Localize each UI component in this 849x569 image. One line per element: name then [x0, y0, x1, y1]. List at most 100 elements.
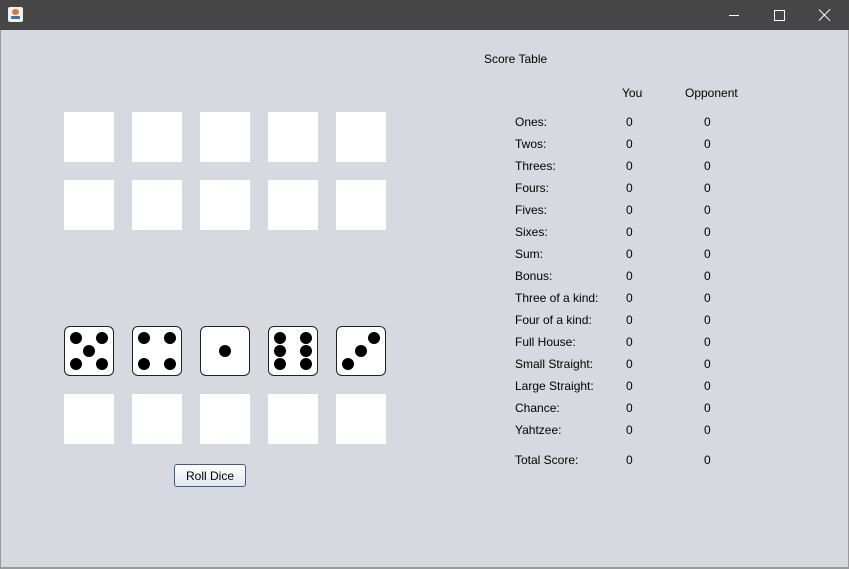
total-score-you: 0: [626, 453, 633, 467]
you-score: 0: [626, 379, 633, 393]
you-score: 0: [626, 291, 633, 305]
pip: [368, 332, 380, 344]
pip: [355, 345, 367, 357]
you-score: 0: [626, 401, 633, 415]
opponent-die-slot: [336, 112, 386, 162]
opponent-kept-slot: [268, 180, 318, 230]
close-button[interactable]: [802, 0, 848, 30]
category-label: Yahtzee:: [515, 423, 562, 437]
pip: [138, 332, 150, 344]
pip: [274, 345, 286, 357]
die-4[interactable]: [132, 326, 182, 376]
opponent-kept-slot: [64, 180, 114, 230]
kept-die-slot[interactable]: [132, 394, 182, 444]
you-score: 0: [626, 269, 633, 283]
you-score: 0: [626, 225, 633, 239]
category-label: Four of a kind:: [515, 313, 592, 327]
you-score: 0: [626, 115, 633, 129]
total-score-label: Total Score:: [515, 453, 579, 467]
pip: [300, 332, 312, 344]
pip: [164, 358, 176, 370]
you-score: 0: [626, 357, 633, 371]
minimize-icon: [729, 14, 739, 16]
category-label: Small Straight:: [515, 357, 594, 371]
opponent-die-slot: [64, 112, 114, 162]
pip: [219, 345, 231, 357]
pip: [342, 358, 354, 370]
pip: [300, 345, 312, 357]
category-label: Twos:: [515, 137, 547, 151]
category-label: Threes:: [515, 159, 556, 173]
kept-die-slot[interactable]: [268, 394, 318, 444]
opponent-score: 0: [704, 115, 711, 129]
pip: [83, 345, 95, 357]
die-3[interactable]: [336, 326, 386, 376]
opponent-kept-slot: [336, 180, 386, 230]
maximize-icon: [773, 9, 785, 21]
opponent-die-slot: [132, 112, 182, 162]
pip: [70, 358, 82, 370]
pip: [138, 358, 150, 370]
pip: [274, 332, 286, 344]
die-1[interactable]: [200, 326, 250, 376]
pip: [96, 358, 108, 370]
opponent-score: 0: [704, 181, 711, 195]
you-score: 0: [626, 203, 633, 217]
opponent-kept-slot: [132, 180, 182, 230]
category-label: Fives:: [515, 203, 548, 217]
opponent-score: 0: [704, 401, 711, 415]
you-score: 0: [626, 137, 633, 151]
category-label: Ones:: [515, 115, 548, 129]
opponent-score: 0: [704, 269, 711, 283]
opponent-score: 0: [704, 291, 711, 305]
you-score: 0: [626, 335, 633, 349]
kept-die-slot[interactable]: [336, 394, 386, 444]
opponent-score: 0: [704, 423, 711, 437]
pip: [96, 332, 108, 344]
die-6[interactable]: [268, 326, 318, 376]
column-header-you: You: [622, 86, 643, 100]
opponent-score: 0: [704, 137, 711, 151]
category-label: Sum:: [515, 247, 544, 261]
kept-die-slot[interactable]: [200, 394, 250, 444]
category-label: Sixes:: [515, 225, 548, 239]
opponent-kept-slot: [200, 180, 250, 230]
total-score-opponent: 0: [704, 453, 711, 467]
category-label: Fours:: [515, 181, 550, 195]
opponent-score: 0: [704, 357, 711, 371]
you-score: 0: [626, 313, 633, 327]
opponent-score: 0: [704, 335, 711, 349]
minimize-button[interactable]: [711, 0, 757, 30]
pip: [274, 358, 286, 370]
opponent-score: 0: [704, 159, 711, 173]
category-label: Full House:: [515, 335, 576, 349]
maximize-button[interactable]: [756, 0, 802, 30]
score-table-title: Score Table: [484, 52, 548, 66]
java-app-icon: [8, 7, 23, 22]
roll-dice-button[interactable]: Roll Dice: [174, 464, 246, 487]
game-panel: [1, 30, 848, 567]
opponent-score: 0: [704, 225, 711, 239]
opponent-die-slot: [200, 112, 250, 162]
category-label: Chance:: [515, 401, 560, 415]
die-5[interactable]: [64, 326, 114, 376]
opponent-score: 0: [704, 313, 711, 327]
opponent-score: 0: [704, 203, 711, 217]
close-icon: [819, 9, 831, 21]
you-score: 0: [626, 423, 633, 437]
opponent-score: 0: [704, 379, 711, 393]
category-label: Bonus:: [515, 269, 553, 283]
opponent-die-slot: [268, 112, 318, 162]
title-bar: [0, 0, 849, 30]
pip: [70, 332, 82, 344]
category-label: Large Straight:: [515, 379, 594, 393]
pip: [300, 358, 312, 370]
you-score: 0: [626, 181, 633, 195]
kept-die-slot[interactable]: [64, 394, 114, 444]
you-score: 0: [626, 159, 633, 173]
pip: [164, 332, 176, 344]
column-header-opponent: Opponent: [685, 86, 738, 100]
you-score: 0: [626, 247, 633, 261]
opponent-score: 0: [704, 247, 711, 261]
category-label: Three of a kind:: [515, 291, 599, 305]
